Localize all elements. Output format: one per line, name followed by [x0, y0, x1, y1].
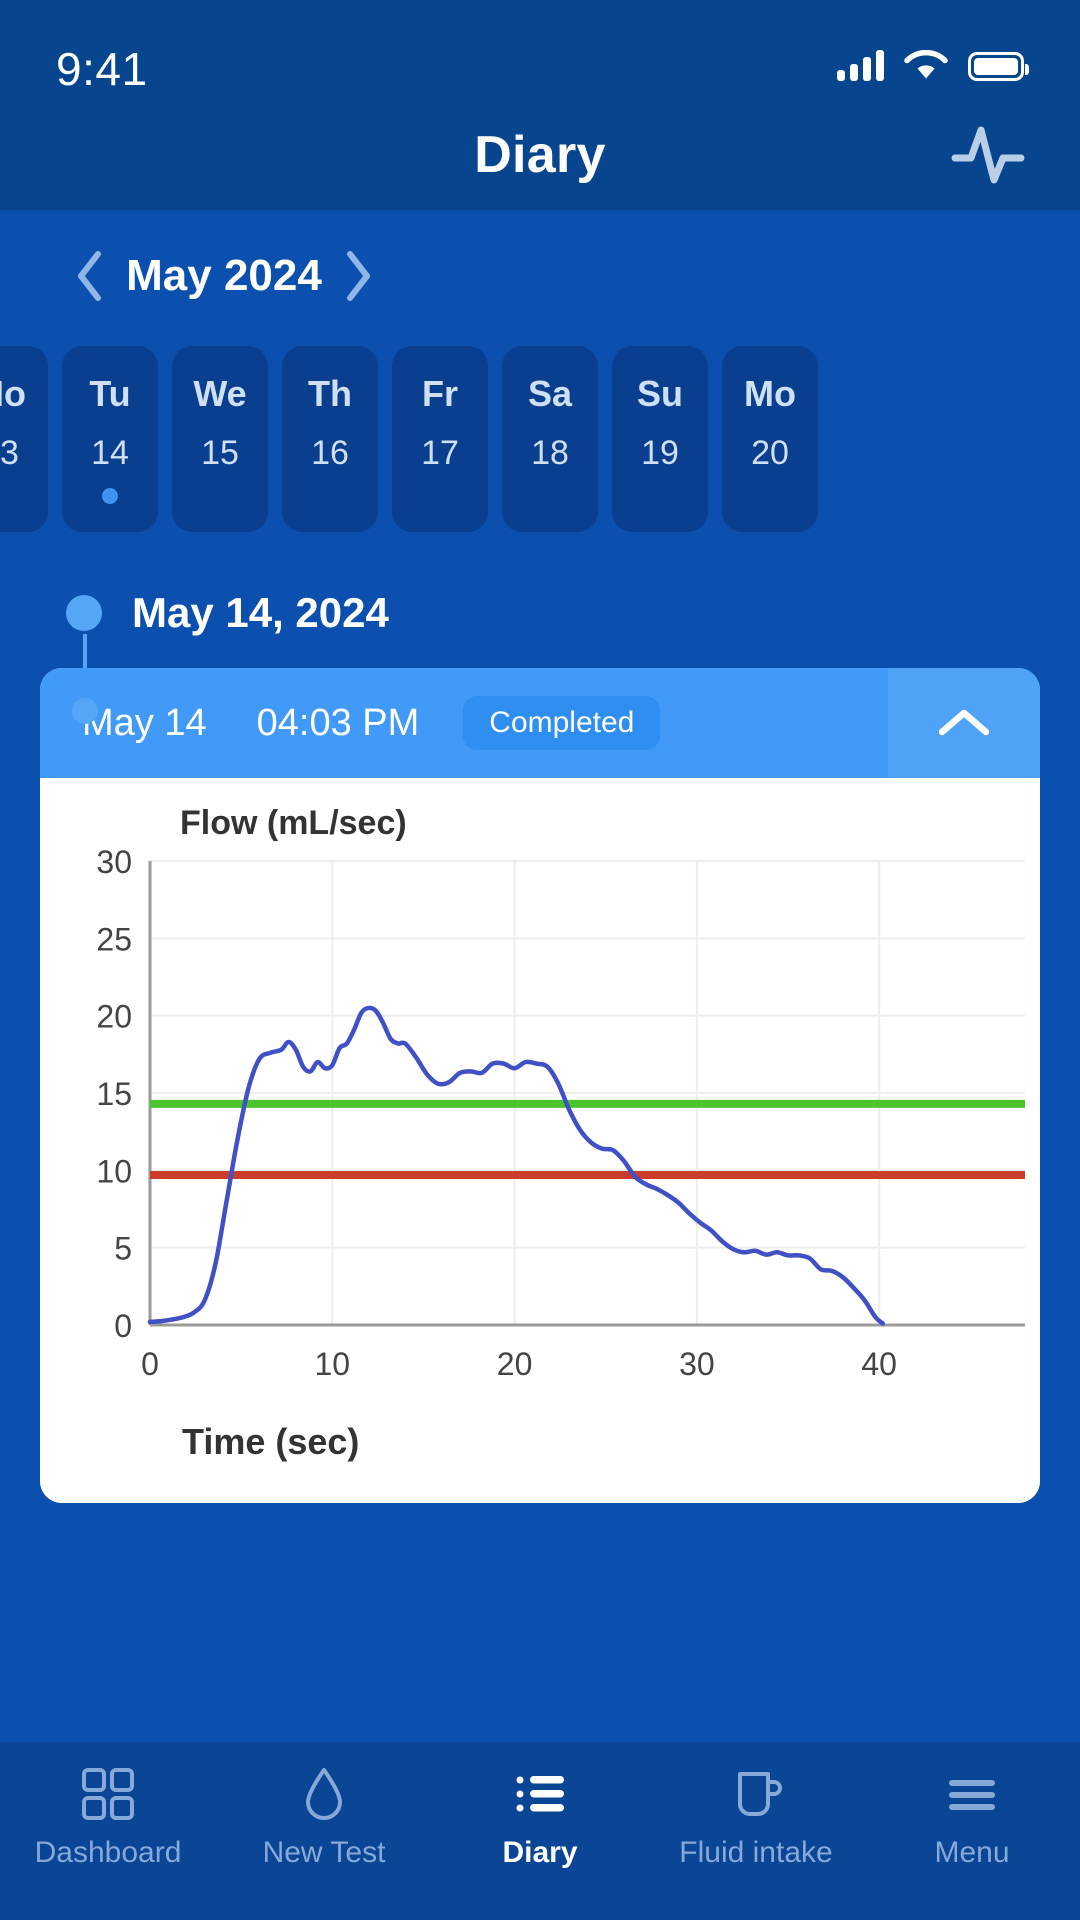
flow-chart: 0 5 10 15 20 25 30 0 10 20 30 40 — [40, 847, 1040, 1407]
svg-text:20: 20 — [497, 1346, 533, 1382]
day-number: 16 — [311, 434, 349, 472]
svg-text:5: 5 — [114, 1231, 132, 1267]
hamburger-menu-icon — [944, 1766, 1000, 1822]
tab-new-test[interactable]: New Test — [216, 1766, 432, 1870]
record-indicator-dot — [102, 488, 118, 504]
flow-chart-panel: Flow (mL/sec) 0 5 10 15 20 25 30 0 10 20 30 40 Time… — [40, 778, 1040, 1503]
svg-text:15: 15 — [96, 1076, 132, 1112]
page-title: Diary — [474, 126, 606, 184]
prev-month-button[interactable] — [56, 242, 124, 310]
day-of-week: Mo — [744, 373, 796, 414]
navbar: Diary — [0, 100, 1080, 210]
day-number: 18 — [531, 434, 569, 472]
chart-title: Flow (mL/sec) — [180, 804, 407, 842]
tab-dashboard[interactable]: Dashboard — [0, 1766, 216, 1870]
tab-diary[interactable]: Diary — [432, 1766, 648, 1870]
tab-menu[interactable]: Menu — [864, 1766, 1080, 1870]
droplet-icon — [296, 1766, 352, 1822]
day-number: 15 — [201, 434, 239, 472]
month-label: May 2024 — [126, 251, 322, 300]
day-number: 13 — [0, 434, 19, 472]
day-number: 14 — [91, 434, 129, 472]
collapse-card-button[interactable] — [888, 668, 1040, 778]
record-date: May 14 — [82, 701, 207, 744]
day-of-week: We — [193, 373, 247, 414]
status-bar-indicators — [837, 50, 1029, 82]
test-record-header[interactable]: May 14 04:03 PM Completed — [40, 668, 1040, 778]
tab-label: Menu — [934, 1836, 1010, 1869]
tab-label: Fluid intake — [679, 1836, 833, 1869]
timeline-heading: May 14, 2024 — [0, 576, 1080, 724]
day-of-week: Su — [636, 373, 683, 414]
grid-icon — [80, 1766, 136, 1822]
svg-text:30: 30 — [96, 847, 132, 880]
list-icon — [512, 1766, 568, 1822]
tab-label: Dashboard — [34, 1836, 182, 1869]
day-cell[interactable]: Th 16 — [282, 346, 378, 532]
tab-fluid-intake[interactable]: Fluid intake — [648, 1766, 864, 1870]
day-number: 17 — [421, 434, 459, 472]
chart-x-axis-label: Time (sec) — [182, 1421, 360, 1462]
svg-text:0: 0 — [141, 1346, 159, 1382]
svg-text:20: 20 — [96, 999, 132, 1035]
svg-text:30: 30 — [679, 1346, 715, 1382]
timeline-dot-icon — [66, 595, 102, 631]
tab-label: Diary — [502, 1836, 578, 1869]
tab-label: New Test — [262, 1836, 386, 1869]
timeline-date: May 14, 2024 — [132, 589, 389, 636]
day-cell[interactable]: Mo 13 — [0, 346, 48, 532]
timeline-node-icon — [72, 698, 98, 724]
day-of-week: Mo — [0, 373, 26, 414]
day-cell[interactable]: Sa 18 — [502, 346, 598, 532]
battery-icon — [968, 51, 1029, 81]
day-cell[interactable]: Fr 17 — [392, 346, 488, 532]
cellular-signal-icon — [837, 50, 884, 81]
svg-text:40: 40 — [861, 1346, 897, 1382]
next-month-button[interactable] — [324, 242, 392, 310]
flow-chart-svg: 0 5 10 15 20 25 30 0 10 20 30 40 — [96, 847, 1025, 1382]
status-badge: Completed — [463, 696, 661, 750]
day-cell[interactable]: Su 19 — [612, 346, 708, 532]
day-of-week: Tu — [89, 373, 131, 414]
day-cell-selected[interactable]: Tu 14 — [62, 346, 158, 532]
day-of-week: Th — [308, 373, 352, 414]
day-cell[interactable]: Mo 20 — [722, 346, 818, 532]
status-bar-clock: 9:41 — [56, 43, 148, 95]
bottom-tab-bar: Dashboard New Test Diary Fluid intake Me… — [0, 1742, 1080, 1920]
svg-text:0: 0 — [114, 1308, 132, 1344]
day-of-week: Fr — [422, 373, 458, 414]
cup-icon — [728, 1766, 784, 1822]
svg-text:10: 10 — [96, 1153, 132, 1189]
wifi-icon — [904, 50, 948, 82]
record-time: 04:03 PM — [256, 701, 420, 744]
day-of-week: Sa — [527, 373, 573, 414]
day-number: 20 — [751, 434, 789, 472]
svg-text:25: 25 — [96, 921, 132, 957]
day-strip[interactable]: Mo 13 Tu 14 We 15 Th 16 Fr 17 Sa 18 Su 1… — [0, 346, 1080, 532]
month-selector: May 2024 — [0, 216, 1080, 336]
day-number: 19 — [641, 434, 679, 472]
pulse-activity-icon[interactable] — [940, 115, 1036, 195]
test-record-card: May 14 04:03 PM Completed Flow (mL/sec) … — [40, 668, 1040, 1503]
svg-text:10: 10 — [314, 1346, 350, 1382]
day-cell[interactable]: We 15 — [172, 346, 268, 532]
